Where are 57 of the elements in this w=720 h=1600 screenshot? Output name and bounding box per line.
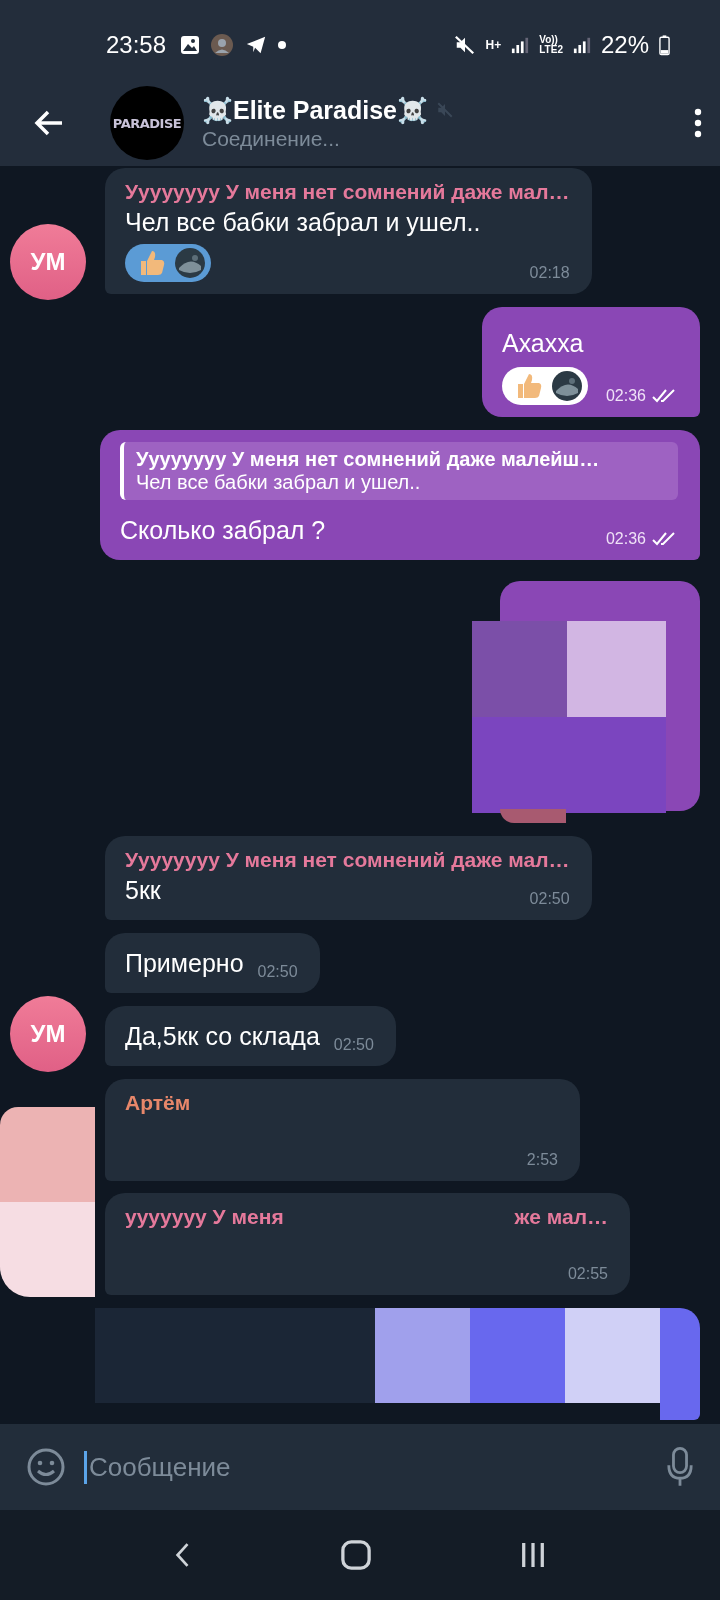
message-text: Да,5кк со склада — [125, 1021, 320, 1052]
reply-quote[interactable]: Уууууууу У меня нет сомнений даже малейш… Чел все бабки забрал и ушел.. — [120, 442, 678, 500]
message-bubble[interactable]: Артём 2:53 — [105, 1079, 580, 1181]
sender-name: же мал… — [514, 1205, 608, 1229]
emoji-icon[interactable] — [26, 1447, 66, 1487]
user-avatar[interactable]: УМ — [10, 224, 86, 300]
reaction-chip[interactable] — [501, 367, 588, 405]
message-text: Ахахха — [501, 328, 585, 359]
microphone-icon[interactable] — [666, 1446, 694, 1488]
back-arrow-icon[interactable] — [34, 110, 64, 136]
reply-text: Чел все бабки забрал и ушел.. — [136, 471, 422, 494]
message-bubble[interactable]: Уууууууу У меня нет сомнений даже малейш… Чел все бабки забрал и ушел.. Сколько забрал ? 02:36 — [100, 430, 700, 560]
message-text: 5кк — [125, 875, 161, 906]
signal-icon — [511, 36, 530, 54]
recent-apps-icon[interactable] — [519, 1541, 546, 1569]
avatar-icon — [210, 33, 235, 57]
sender-name: Артём — [125, 1091, 191, 1115]
reaction-chip[interactable] — [125, 244, 211, 282]
message-bubble[interactable]: Уууууууу У меня нет сомнений даже мал… 5кк 02:50 — [105, 836, 592, 920]
message-time: 02:36 — [605, 387, 646, 405]
network-type: H+ — [485, 38, 502, 52]
message-text: Чел все бабки забрал и ушел.. — [125, 207, 482, 238]
mute-icon — [453, 34, 476, 56]
status-time: 23:58 — [106, 31, 167, 59]
dot-icon — [278, 41, 287, 49]
message-text: Примерно — [125, 948, 244, 979]
message-input[interactable]: Сообщение — [84, 1450, 648, 1484]
battery-percent: 22% — [600, 31, 649, 59]
message-time: 2:53 — [526, 1151, 558, 1169]
reply-author: Уууууууу У меня нет сомнений даже малейш… — [136, 448, 601, 471]
message-time: 02:50 — [257, 963, 298, 981]
user-avatar[interactable]: УМ — [10, 996, 86, 1072]
message-time: 02:50 — [529, 890, 570, 908]
message-bubble[interactable]: ууууууу У меня же мал… 02:55 — [105, 1193, 630, 1295]
sender-name: Уууууууу У меня нет сомнений даже мал… — [125, 180, 570, 204]
volte-label: Vo)) — [539, 35, 559, 45]
image-icon — [180, 35, 201, 55]
message-time: 02:55 — [567, 1265, 608, 1283]
message-text: Сколько забрал ? — [120, 515, 326, 546]
battery-icon — [659, 34, 670, 56]
message-bubble[interactable]: Ахахха 02:36 — [481, 307, 700, 417]
message-bubble[interactable]: Уууууууу У меня нет сомнений даже мал… Чел все бабки забрал и ушел.. 02:18 — [105, 168, 592, 294]
message-time: 02:50 — [333, 1036, 374, 1054]
signal-icon — [572, 36, 591, 54]
home-icon[interactable] — [341, 1540, 371, 1570]
lte-label: LTE2 — [539, 45, 563, 55]
connection-status: Соединение... — [202, 126, 341, 151]
message-bubble[interactable]: Да,5кк со склада 02:50 — [105, 1006, 396, 1066]
group-avatar[interactable]: PARADISE — [110, 86, 184, 160]
message-time: 02:36 — [605, 530, 646, 548]
message-composer[interactable]: Сообщение — [0, 1424, 720, 1510]
message-time: 02:18 — [529, 264, 570, 282]
sender-name: ууууууу У меня — [125, 1205, 284, 1229]
more-menu-icon[interactable] — [694, 108, 702, 138]
sender-name: Уууууууу У меня нет сомнений даже мал… — [125, 848, 570, 872]
chat-title: ☠Elite Paradise☠ — [202, 95, 428, 125]
message-bubble[interactable]: Примерно 02:50 — [105, 933, 320, 993]
